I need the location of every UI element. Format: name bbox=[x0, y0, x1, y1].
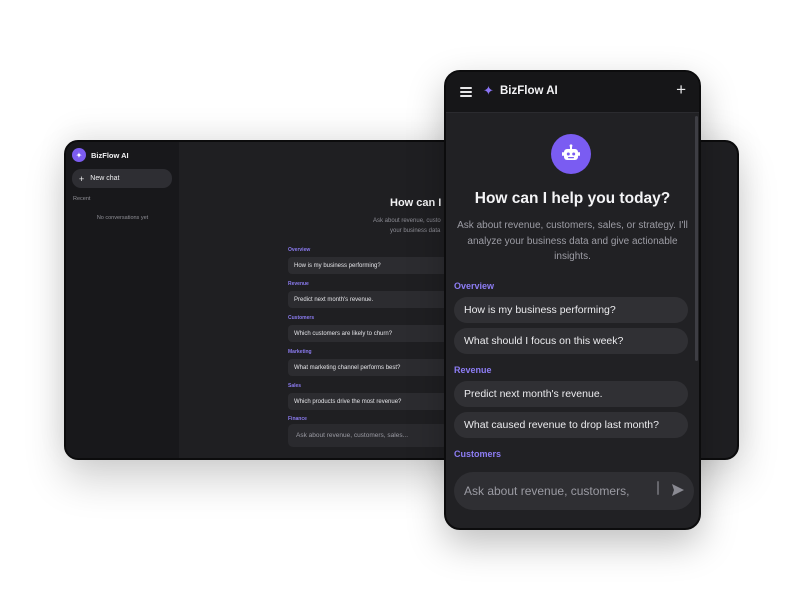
welcome-subtitle: insights. bbox=[554, 251, 591, 262]
suggestion-prompt[interactable]: What marketing channel performs best? bbox=[288, 359, 448, 376]
new-chat-button[interactable]: + New chat bbox=[72, 169, 172, 188]
robot-icon bbox=[551, 134, 591, 174]
welcome-subtitle: Ask about revenue, custo bbox=[373, 218, 441, 224]
scrollbar[interactable] bbox=[695, 116, 698, 361]
brand-name: BizFlow AI bbox=[91, 150, 129, 160]
chat-input[interactable]: Ask about revenue, customers, sales... bbox=[288, 424, 448, 447]
chat-input-placeholder: Ask about revenue, customers, bbox=[464, 484, 630, 498]
suggestion-prompt[interactable]: What caused revenue to drop last month? bbox=[454, 412, 688, 438]
mobile-app-window: ✦ BizFlow AI + How can I help you today?… bbox=[444, 70, 701, 530]
chat-input[interactable]: Ask about revenue, customers, bbox=[454, 472, 694, 510]
category-label-revenue: Revenue bbox=[288, 281, 309, 287]
send-icon[interactable] bbox=[671, 483, 685, 497]
plus-icon: + bbox=[79, 173, 85, 184]
welcome-subtitle: Ask about revenue, customers, sales, or … bbox=[457, 220, 688, 231]
sparkle-icon: ✦ bbox=[72, 148, 86, 162]
plus-icon[interactable]: + bbox=[676, 81, 686, 98]
hamburger-menu-icon[interactable] bbox=[460, 87, 472, 97]
sparkle-icon: ✦ bbox=[483, 83, 494, 98]
category-label-customers: Customers bbox=[454, 449, 502, 459]
input-divider bbox=[657, 481, 659, 495]
suggestion-prompt[interactable]: Which customers are likely to churn? bbox=[288, 325, 448, 342]
suggestion-prompt[interactable]: Predict next month's revenue. bbox=[288, 291, 448, 308]
category-label-customers: Customers bbox=[288, 315, 315, 321]
suggestion-prompt[interactable]: What should I focus on this week? bbox=[454, 328, 688, 354]
suggestion-prompt[interactable]: How is my business performing? bbox=[454, 297, 688, 323]
empty-conversations-text: No conversations yet bbox=[96, 215, 149, 221]
welcome-heading: How can I help you today? bbox=[474, 190, 671, 207]
welcome-heading: How can I l bbox=[390, 197, 448, 209]
sidebar-brand: ✦ BizFlow AI bbox=[72, 148, 129, 162]
welcome-subtitle: analyze your business data and give acti… bbox=[467, 236, 678, 247]
category-label-marketing: Marketing bbox=[288, 349, 312, 355]
suggestion-prompt[interactable]: Which products drive the most revenue? bbox=[288, 393, 448, 410]
category-label-overview: Overview bbox=[288, 247, 311, 253]
category-label-finance: Finance bbox=[288, 416, 307, 422]
suggestion-prompt[interactable]: How is my business performing? bbox=[288, 257, 448, 274]
category-label-sales: Sales bbox=[288, 383, 302, 389]
category-label-overview: Overview bbox=[454, 281, 495, 291]
mobile-header: ✦ BizFlow AI + bbox=[446, 72, 699, 113]
new-chat-label: New chat bbox=[90, 175, 120, 182]
brand-name: BizFlow AI bbox=[500, 85, 558, 97]
recent-label: Recent bbox=[73, 196, 91, 202]
sidebar: ✦ BizFlow AI + New chat Recent No conver… bbox=[66, 142, 179, 458]
welcome-subtitle: your business data bbox=[390, 228, 441, 234]
suggestion-prompt[interactable]: Predict next month's revenue. bbox=[454, 381, 688, 407]
category-label-revenue: Revenue bbox=[454, 365, 492, 375]
